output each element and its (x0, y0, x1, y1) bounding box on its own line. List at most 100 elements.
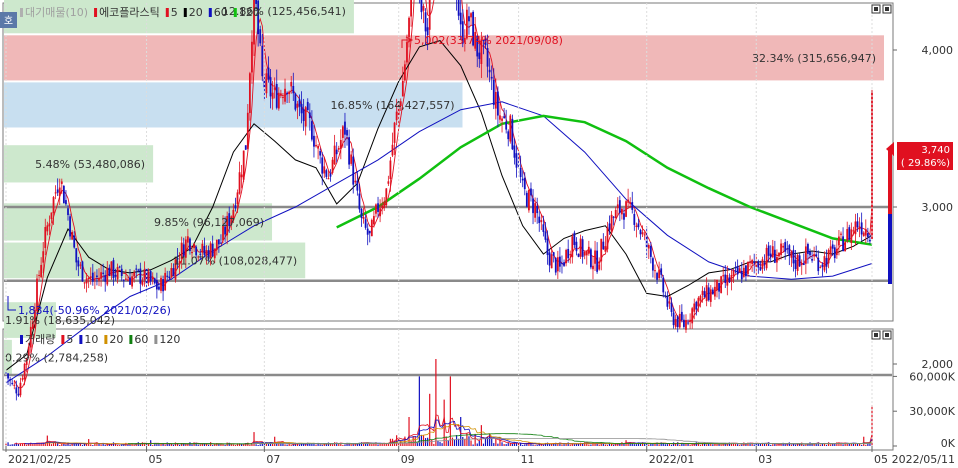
candle-body (862, 232, 865, 237)
candle-body (71, 232, 74, 240)
candle-body (40, 264, 43, 278)
candle-body (780, 243, 782, 255)
candle-body (275, 84, 278, 108)
volume-bar (90, 444, 92, 446)
candle-body (259, 29, 262, 44)
volume-bar (429, 393, 431, 446)
candle-body (579, 238, 582, 257)
candle-body (323, 166, 326, 174)
candle (765, 244, 768, 271)
candle-body (637, 223, 640, 228)
candle-body (567, 248, 570, 259)
candle-body (606, 227, 609, 250)
candle-body (350, 154, 353, 164)
candle-body (112, 260, 115, 279)
candle (590, 247, 592, 270)
price-legend-label: 에코플라스틱 (99, 6, 160, 19)
candle-body (69, 216, 71, 237)
candle-body (798, 255, 801, 267)
candle (844, 240, 847, 252)
candle-body (670, 302, 673, 312)
price-tick-label: 3,000 (922, 201, 954, 214)
candle-body (528, 190, 530, 211)
volume-bar (234, 445, 237, 446)
candle-body (751, 260, 754, 264)
last-price-change: ( 29.86%) (901, 158, 950, 169)
volume-bar (478, 440, 480, 446)
candle-body (701, 290, 704, 296)
volume-bar (321, 444, 323, 446)
volume-bar (658, 444, 660, 446)
candle-body (304, 107, 307, 127)
candle-body (769, 253, 772, 258)
candle-body (492, 79, 495, 106)
candle-body (676, 316, 679, 328)
x-tick-label: 03 (758, 453, 772, 466)
candle-body (800, 263, 803, 266)
volume-legend-swatch (154, 335, 158, 344)
candle-body (854, 221, 857, 235)
volume-bar (319, 444, 321, 446)
volume-bar (639, 443, 642, 446)
candle-body (356, 180, 359, 191)
candle-body (802, 263, 805, 266)
candle-body (523, 177, 526, 190)
volume-bar (770, 444, 772, 446)
volume-bar (371, 444, 373, 446)
volume-bar (352, 444, 354, 446)
candle-body (296, 103, 299, 108)
candle-body (13, 384, 16, 386)
candle-body (325, 170, 328, 177)
candle-body (333, 145, 336, 165)
candle-body (273, 87, 276, 90)
volume-bar (286, 444, 288, 446)
candle-body (833, 247, 836, 259)
volume-legend-label: 거래량 (25, 333, 55, 346)
min-annotation-text: 1,834(-50.96% 2021/02/26) (18, 304, 171, 317)
volume-bar (199, 444, 201, 446)
volume-bar (447, 440, 449, 446)
candle-body (767, 245, 770, 256)
volume-bar (160, 444, 162, 446)
candle-body (158, 286, 160, 290)
candle (244, 145, 247, 150)
candle (160, 275, 162, 294)
candle-body (395, 111, 398, 121)
candle-body (308, 112, 311, 118)
volume-bar (480, 425, 482, 446)
candle-body (689, 319, 692, 321)
volume-legend-swatch (61, 335, 65, 344)
candle-body (108, 267, 111, 276)
candle-body (240, 174, 243, 178)
candle-body (129, 277, 131, 285)
volume-bar (331, 444, 334, 446)
candle-body (172, 268, 175, 277)
volume-bar (689, 444, 691, 446)
candle-body (164, 272, 167, 291)
candle-body (96, 275, 98, 278)
volume-bar (230, 444, 232, 446)
candle-body (170, 268, 173, 277)
volume-bar (830, 444, 832, 446)
candle-body (393, 122, 396, 143)
volume-bar (737, 444, 739, 446)
volume-bar (52, 443, 55, 446)
candle-body (139, 268, 142, 284)
candle-body (773, 249, 776, 263)
volume-bar (207, 444, 210, 446)
candle-body (102, 272, 105, 274)
candle-body (643, 234, 646, 236)
candle-body (17, 393, 20, 396)
candle-body (50, 212, 53, 220)
candle-body (747, 261, 749, 274)
candle-body (490, 76, 493, 79)
volume-bar (716, 444, 718, 446)
candle (69, 213, 71, 240)
overhang-label: 9.85% (96,127,069) (154, 216, 264, 229)
candle-body (571, 236, 574, 258)
quote-button[interactable]: 호 (0, 12, 17, 28)
candle-body (734, 267, 737, 269)
volume-bar (772, 444, 774, 446)
candle-body (761, 259, 764, 269)
candle-body (292, 86, 295, 94)
